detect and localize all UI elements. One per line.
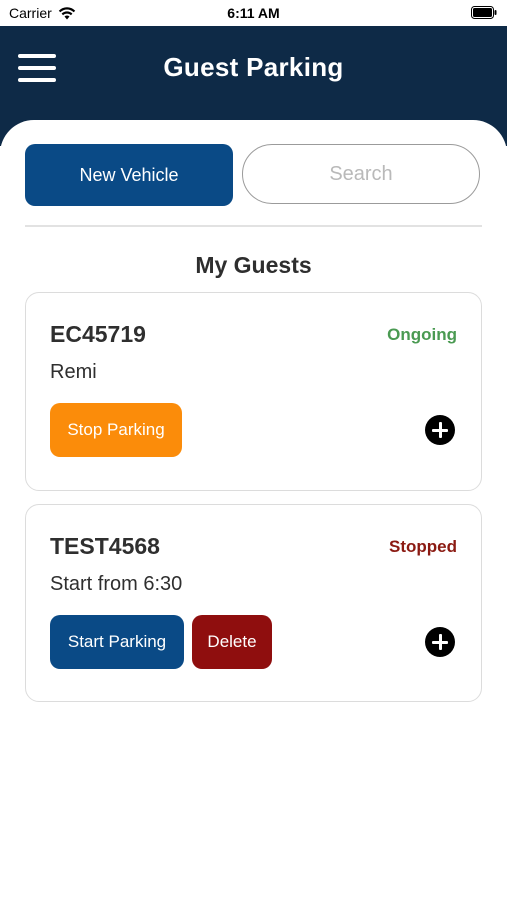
content-sheet: New Vehicle Search My Guests EC45719 Ong… <box>0 120 507 900</box>
status-badge: Stopped <box>389 537 457 556</box>
license-plate: EC45719 <box>50 321 146 347</box>
guest-card: TEST4568 Stopped Start from 6:30 Start P… <box>25 504 482 702</box>
start-time-label: Start from 6:30 <box>50 573 183 595</box>
new-vehicle-button[interactable]: New Vehicle <box>25 144 233 206</box>
clock: 6:11 AM <box>227 5 280 21</box>
delete-button[interactable]: Delete <box>192 615 272 669</box>
start-parking-button[interactable]: Start Parking <box>50 615 184 669</box>
license-plate: TEST4568 <box>50 533 160 559</box>
status-badge: Ongoing <box>387 325 457 344</box>
plus-circle-icon[interactable] <box>425 415 455 445</box>
page-title: Guest Parking <box>163 52 344 82</box>
divider <box>25 225 482 227</box>
plus-circle-icon[interactable] <box>425 627 455 657</box>
stop-parking-button[interactable]: Stop Parking <box>50 403 182 457</box>
search-input[interactable]: Search <box>242 144 480 204</box>
status-bar: Carrier 6:11 AM <box>0 0 507 26</box>
guest-card: EC45719 Ongoing Remi Stop Parking <box>25 292 482 491</box>
section-title: My Guests <box>195 252 312 278</box>
guest-name: Remi <box>50 361 97 383</box>
battery-icon <box>471 6 497 19</box>
